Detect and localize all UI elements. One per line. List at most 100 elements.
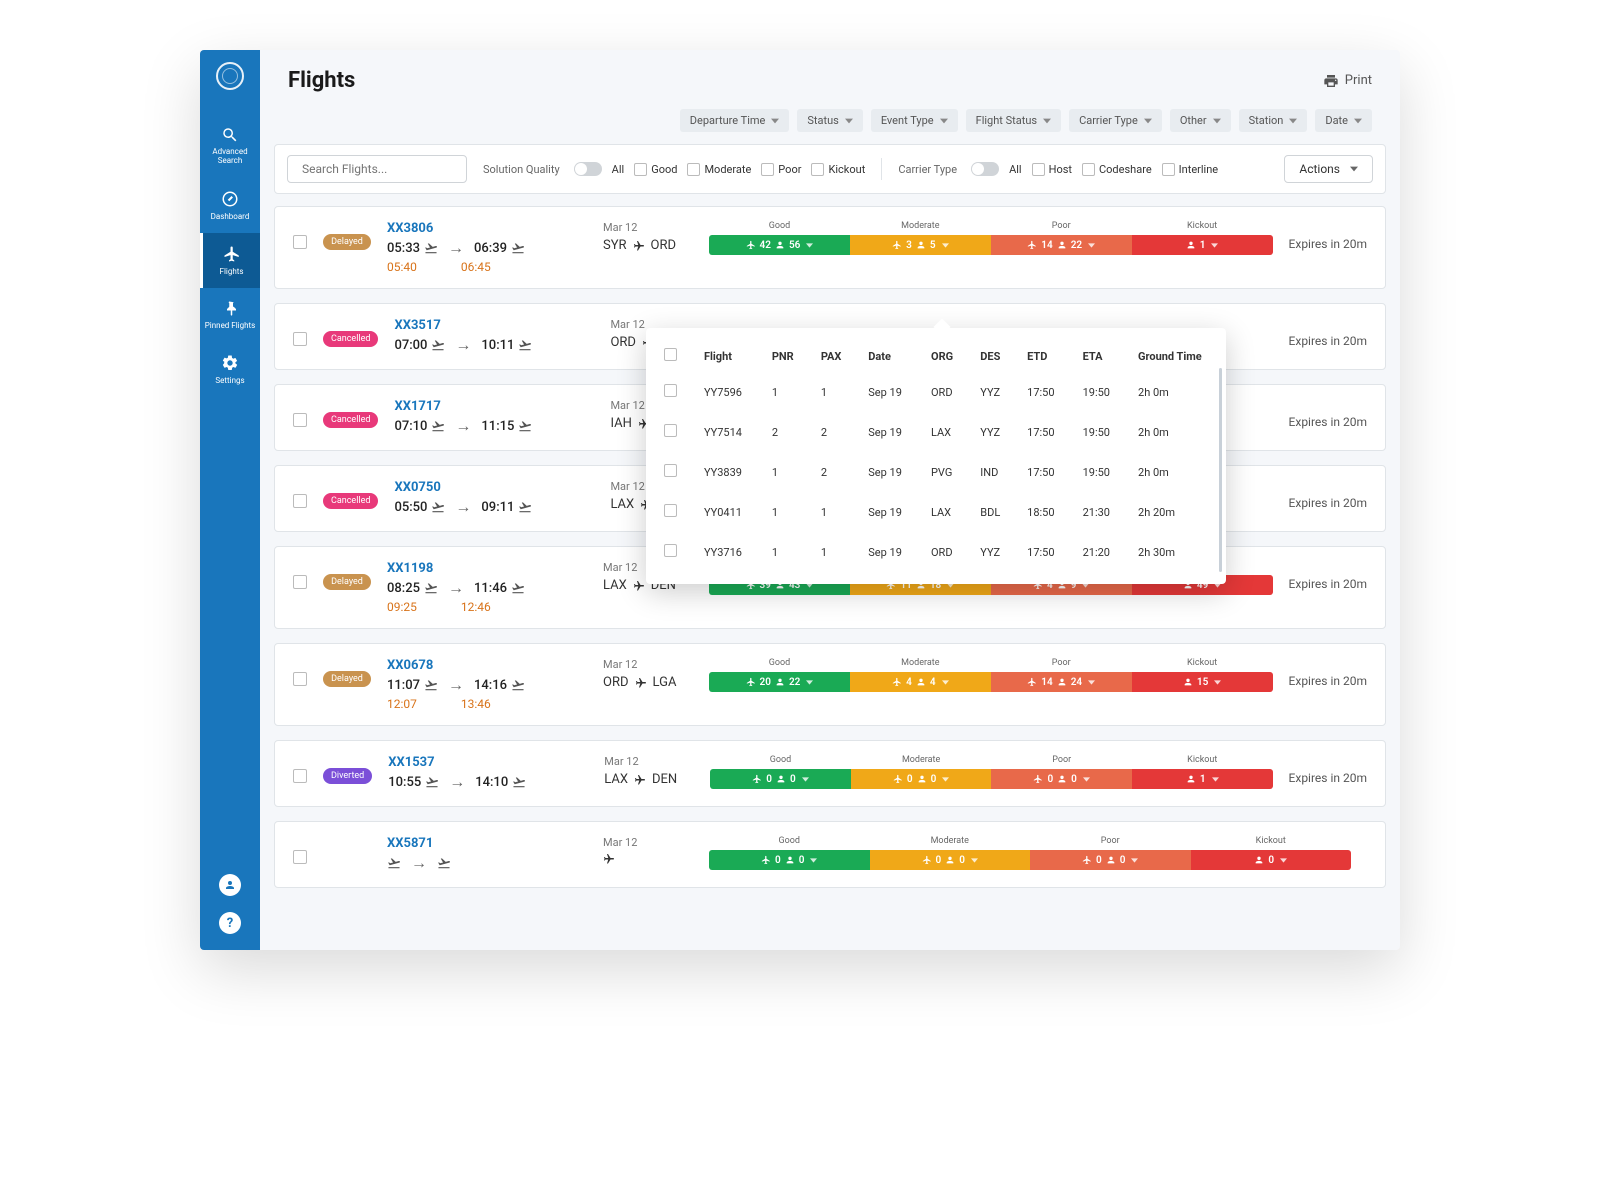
flight-date: Mar 12 bbox=[603, 836, 693, 849]
flight-card[interactable]: Diverted XX1537 10:55 → 14:10 Mar 12 LAX… bbox=[274, 740, 1386, 807]
departure-time: 11:07 bbox=[387, 678, 438, 693]
quality-bar: 0 0 0 0 0 0 0 bbox=[709, 850, 1351, 870]
filter-chip[interactable]: Date bbox=[1315, 109, 1372, 132]
row-checkbox[interactable] bbox=[293, 672, 307, 686]
ct-codeshare-checkbox[interactable] bbox=[1082, 163, 1095, 176]
filter-chip[interactable]: Departure Time bbox=[680, 109, 790, 132]
filter-chip[interactable]: Status bbox=[797, 109, 862, 132]
row-checkbox[interactable] bbox=[293, 575, 307, 589]
flight-card[interactable]: Delayed XX0678 11:07 → 14:16 12:0713:46 … bbox=[274, 643, 1386, 726]
nav-pinned-flights[interactable]: Pinned Flights bbox=[200, 288, 260, 343]
ct-all-toggle[interactable] bbox=[971, 162, 999, 176]
quality-poor[interactable]: 14 24 bbox=[991, 672, 1132, 692]
chevron-down-icon bbox=[771, 117, 779, 125]
arrow-right-icon: → bbox=[448, 238, 464, 258]
ct-interline-checkbox[interactable] bbox=[1162, 163, 1175, 176]
departure-time: 07:00 bbox=[394, 338, 445, 353]
filter-chip[interactable]: Carrier Type bbox=[1069, 109, 1162, 132]
row-checkbox[interactable] bbox=[293, 850, 307, 864]
app-logo bbox=[216, 62, 244, 90]
revised-arr: 13:46 bbox=[461, 697, 491, 711]
page-title: Flights bbox=[288, 68, 355, 93]
quality-good[interactable]: 0 0 bbox=[710, 769, 851, 789]
flight-card[interactable]: Delayed XX3806 05:33 → 06:39 05:4006:45 … bbox=[274, 206, 1386, 289]
row-checkbox[interactable] bbox=[293, 235, 307, 249]
table-row[interactable]: YY759611 Sep 19ORDYYZ 17:5019:502h 0m bbox=[646, 372, 1226, 412]
filter-chip[interactable]: Station bbox=[1239, 109, 1308, 132]
arrow-right-icon: → bbox=[448, 675, 464, 695]
flight-date: Mar 12 bbox=[604, 755, 694, 768]
quality-poor[interactable]: 0 0 bbox=[991, 769, 1132, 789]
select-all-checkbox[interactable] bbox=[664, 348, 677, 361]
quality-good[interactable]: 42 56 bbox=[709, 235, 850, 255]
chevron-down-icon bbox=[1289, 117, 1297, 125]
row-checkbox[interactable] bbox=[293, 332, 307, 346]
help-button[interactable]: ? bbox=[219, 912, 241, 934]
quality-moderate[interactable]: 3 5 bbox=[850, 235, 991, 255]
row-checkbox[interactable] bbox=[664, 544, 677, 557]
status-badge: Delayed bbox=[323, 234, 371, 250]
actions-button[interactable]: Actions bbox=[1284, 155, 1373, 183]
search-input[interactable] bbox=[296, 160, 464, 178]
table-row[interactable]: YY371611 Sep 19ORDYYZ 17:5021:202h 30m bbox=[646, 532, 1226, 572]
sq-kickout-checkbox[interactable] bbox=[811, 163, 824, 176]
quality-moderate[interactable]: 0 0 bbox=[851, 769, 992, 789]
table-row[interactable]: YY041111 Sep 19LAXBDL 18:5021:302h 20m bbox=[646, 492, 1226, 532]
row-checkbox[interactable] bbox=[664, 424, 677, 437]
row-checkbox[interactable] bbox=[293, 413, 307, 427]
quality-good[interactable]: 0 0 bbox=[709, 850, 870, 870]
filter-chip[interactable]: Event Type bbox=[871, 109, 958, 132]
chevron-down-icon bbox=[1350, 165, 1358, 173]
quality-kickout[interactable]: 1 bbox=[1132, 769, 1273, 789]
filter-chip[interactable]: Flight Status bbox=[966, 109, 1061, 132]
toolbar: Solution Quality All Good Moderate Poor … bbox=[274, 144, 1386, 194]
chevron-down-icon bbox=[845, 117, 853, 125]
row-checkbox[interactable] bbox=[293, 494, 307, 508]
user-avatar[interactable] bbox=[219, 874, 241, 896]
ct-host-checkbox[interactable] bbox=[1032, 163, 1045, 176]
quality-kickout[interactable]: 15 bbox=[1132, 672, 1273, 692]
revised-dep: 12:07 bbox=[387, 697, 417, 711]
filter-chip[interactable]: Other bbox=[1170, 109, 1231, 132]
plane-icon bbox=[223, 245, 241, 263]
nav-flights[interactable]: Flights bbox=[200, 233, 260, 288]
flight-number: XX3806 bbox=[387, 221, 587, 236]
quality-poor[interactable]: 0 0 bbox=[1030, 850, 1191, 870]
quality-kickout[interactable]: 1 bbox=[1132, 235, 1273, 255]
nav-advanced-search[interactable]: Advanced Search bbox=[200, 114, 260, 178]
table-row[interactable]: YY751422 Sep 19LAXYYZ 17:5019:502h 0m bbox=[646, 412, 1226, 452]
revised-arr: 06:45 bbox=[461, 260, 491, 274]
revised-dep: 05:40 bbox=[387, 260, 417, 274]
sq-good-checkbox[interactable] bbox=[634, 163, 647, 176]
flight-date: Mar 12 bbox=[603, 658, 693, 671]
print-button[interactable]: Print bbox=[1323, 73, 1372, 89]
expiry-label: Expires in 20m bbox=[1289, 674, 1367, 688]
quality-good[interactable]: 20 22 bbox=[709, 672, 850, 692]
nav-dashboard[interactable]: Dashboard bbox=[200, 178, 260, 233]
flight-number: XX3517 bbox=[394, 318, 594, 333]
quality-poor[interactable]: 14 22 bbox=[991, 235, 1132, 255]
sq-moderate-checkbox[interactable] bbox=[687, 163, 700, 176]
sq-poor-checkbox[interactable] bbox=[761, 163, 774, 176]
gear-icon bbox=[221, 354, 239, 372]
row-checkbox[interactable] bbox=[293, 769, 307, 783]
departure-time: 07:10 bbox=[394, 419, 445, 434]
quality-kickout[interactable]: 0 bbox=[1191, 850, 1352, 870]
arrow-right-icon: → bbox=[455, 335, 471, 355]
row-checkbox[interactable] bbox=[664, 384, 677, 397]
departure-time bbox=[387, 856, 401, 870]
sq-all-toggle[interactable] bbox=[574, 162, 602, 176]
expiry-label: Expires in 20m bbox=[1289, 334, 1367, 348]
flight-number: XX0678 bbox=[387, 658, 587, 673]
flight-date: Mar 12 bbox=[603, 221, 693, 234]
table-row[interactable]: YY383912 Sep 19PVGIND 17:5019:502h 0m bbox=[646, 452, 1226, 492]
row-checkbox[interactable] bbox=[664, 504, 677, 517]
nav-settings[interactable]: Settings bbox=[200, 342, 260, 397]
scrollbar[interactable] bbox=[1219, 368, 1222, 572]
arrival-time bbox=[437, 856, 451, 870]
row-checkbox[interactable] bbox=[664, 464, 677, 477]
quality-moderate[interactable]: 0 0 bbox=[870, 850, 1031, 870]
flight-card[interactable]: XX5871 → Mar 12 GoodModeratePoorKickout … bbox=[274, 821, 1386, 888]
quality-moderate[interactable]: 4 4 bbox=[850, 672, 991, 692]
arrival-time: 11:15 bbox=[481, 419, 532, 434]
